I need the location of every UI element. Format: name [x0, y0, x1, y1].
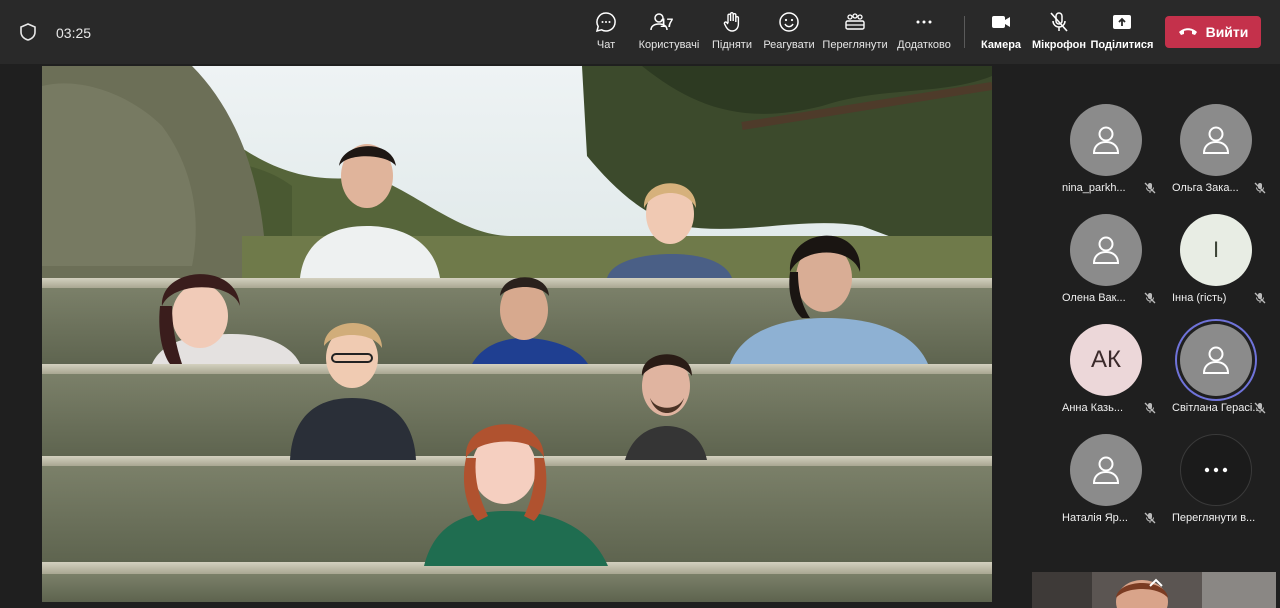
smile-icon: [779, 12, 799, 32]
video-scene: [42, 66, 992, 602]
participant-name: Наталія Яр...: [1062, 512, 1128, 524]
participant-tile[interactable]: Наталія Яр...: [1048, 426, 1160, 536]
participant-name: Анна Казь...: [1062, 402, 1124, 414]
participant-tile[interactable]: Олена Вак...: [1048, 206, 1160, 316]
camera-label: Камера: [980, 39, 1022, 51]
more-button[interactable]: Додатково: [896, 10, 952, 58]
mic-button[interactable]: Мікрофон: [1032, 10, 1086, 58]
avatar-initials: I: [1212, 237, 1220, 262]
more-label: Додатково: [897, 39, 951, 51]
camera-icon: [992, 16, 1010, 28]
share-button[interactable]: Поділитися: [1090, 10, 1154, 58]
mic-off-icon: [1050, 12, 1068, 32]
hang-up-icon: [1178, 28, 1197, 35]
ellipsis-icon: [916, 20, 932, 24]
self-view-video: [1032, 572, 1276, 608]
avatar: [1070, 434, 1142, 506]
person-icon: [1202, 126, 1230, 154]
camera-button[interactable]: Камера: [980, 10, 1022, 58]
participant-tile[interactable]: I Інна (гість): [1158, 206, 1270, 316]
avatar: [1070, 214, 1142, 286]
view-all-participants-button[interactable]: Переглянути в...: [1158, 426, 1270, 536]
toolbar-divider: [964, 16, 965, 48]
gallery-icon: [845, 13, 865, 30]
shield-icon[interactable]: [18, 22, 38, 42]
avatar: [1180, 434, 1252, 506]
person-icon: [1092, 236, 1120, 264]
mic-off-icon: [1144, 292, 1156, 304]
avatar: [1070, 104, 1142, 176]
raise-hand-button[interactable]: Підняти: [712, 10, 752, 58]
raise-label: Підняти: [712, 39, 752, 51]
share-screen-icon: [1113, 15, 1131, 29]
mic-label: Мікрофон: [1032, 39, 1087, 51]
avatar-initials: АК: [1091, 346, 1121, 373]
meeting-timer: 03:25: [56, 25, 92, 41]
person-icon: [1092, 456, 1120, 484]
people-label: Користувачі: [638, 39, 700, 51]
participant-tile[interactable]: Світлана Герасі...: [1158, 316, 1270, 426]
react-label: Реагувати: [763, 39, 815, 51]
mic-off-icon: [1254, 292, 1266, 304]
participant-tile[interactable]: АК Анна Казь...: [1048, 316, 1160, 426]
participant-name: Світлана Герасі...: [1172, 402, 1258, 414]
mic-off-icon: [1254, 182, 1266, 194]
together-mode-video: [42, 66, 992, 602]
view-button[interactable]: Переглянути: [822, 10, 888, 58]
avatar: [1180, 104, 1252, 176]
mic-off-icon: [1254, 402, 1266, 414]
people-button[interactable]: 17 Користувачі: [638, 10, 700, 58]
participant-name: Олена Вак...: [1062, 292, 1126, 304]
react-button[interactable]: Реагувати: [763, 10, 815, 58]
participant-tile[interactable]: Ольга Зака...: [1158, 96, 1270, 206]
leave-button[interactable]: Вийти: [1165, 16, 1261, 48]
chat-button[interactable]: Чат: [594, 10, 618, 58]
view-label: Переглянути: [822, 39, 888, 51]
avatar: АК: [1070, 324, 1142, 396]
share-label: Поділитися: [1090, 39, 1154, 51]
participant-tile[interactable]: nina_parkh...: [1048, 96, 1160, 206]
meeting-toolbar: 03:25 Чат 17 Користувачі Підняти Реагува…: [0, 0, 1280, 64]
participant-name: nina_parkh...: [1062, 182, 1126, 194]
person-icon: [1092, 126, 1120, 154]
participant-name: Ольга Зака...: [1172, 182, 1239, 194]
chat-label: Чат: [596, 39, 616, 51]
mic-off-icon: [1144, 512, 1156, 524]
avatar: I: [1180, 214, 1252, 286]
mic-off-icon: [1144, 402, 1156, 414]
participant-name: Переглянути в...: [1172, 512, 1256, 524]
leave-label: Вийти: [1205, 24, 1249, 40]
self-view-thumbnail[interactable]: [1032, 572, 1276, 608]
mic-off-icon: [1144, 182, 1156, 194]
participant-name: Інна (гість): [1172, 292, 1227, 304]
hand-icon: [723, 12, 740, 32]
avatar: [1180, 324, 1252, 396]
chat-icon: [595, 12, 616, 33]
more-icon: [1204, 467, 1228, 473]
person-icon: [1202, 346, 1230, 374]
participant-count: 17: [660, 16, 674, 30]
